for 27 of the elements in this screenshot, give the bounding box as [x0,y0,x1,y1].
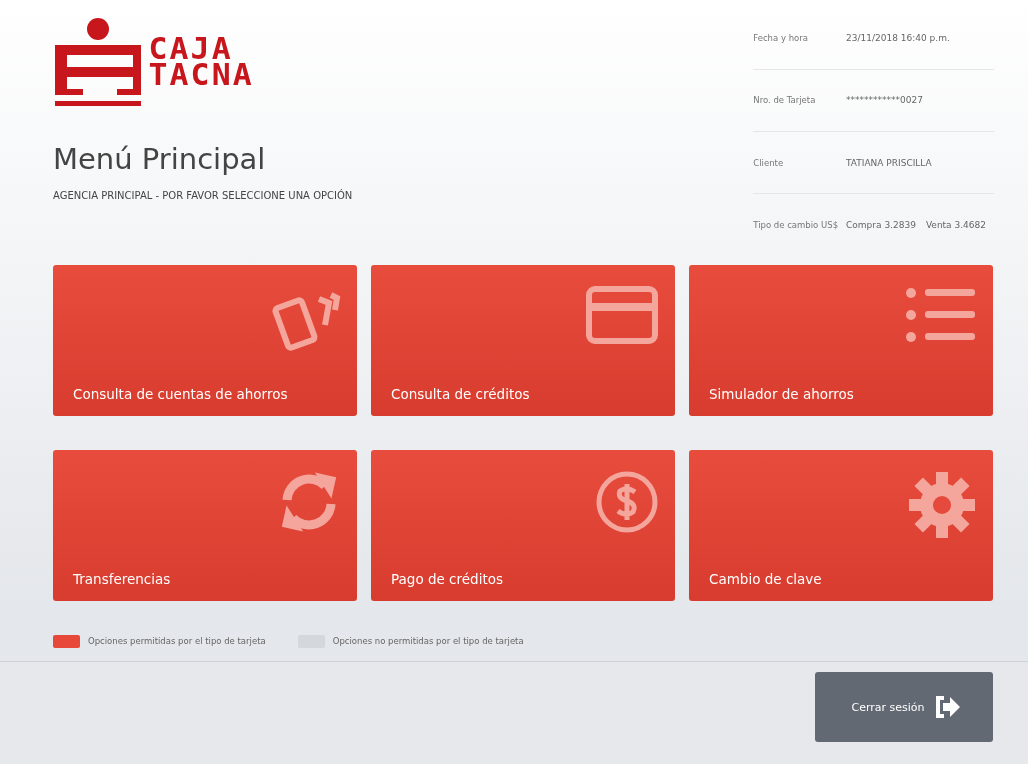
logo-text: CAJA [148,36,233,62]
page-subtitle: AGENCIA PRINCIPAL - POR FAVOR SELECCIONE UNA OPCIÓN [53,190,353,201]
info-label: Cliente [753,131,847,194]
logout-button[interactable]: Cerrar sesión [815,672,993,742]
info-value: 23/11/2018 16:40 p.m. [846,33,950,44]
list-icon [903,285,977,345]
logo-text: TACNA [148,62,254,88]
info-label: Fecha y hora [753,8,847,70]
menu-option[interactable]: Simulador de ahorros [689,265,993,416]
info-value: ************0027 [846,95,923,106]
gear-icon [907,470,977,540]
dollar-coin-icon [595,470,659,534]
menu-option[interactable]: Transferencias [53,450,357,601]
legend-label: Opciones permitidas por el tipo de tarjeta [88,636,266,646]
info-value: Compra 3.2839 [846,219,916,230]
menu-option[interactable]: Pago de créditos [371,450,675,601]
info-value: TATIANA PRISCILLA [846,157,932,168]
credit-card-icon [585,285,659,345]
page-title: Menú Principal [53,142,267,176]
menu-option[interactable]: Consulta de cuentas de ahorros [53,265,357,416]
menu-option[interactable]: Cambio de clave [689,450,993,601]
info-label: Nro. de Tarjeta [753,69,847,132]
info-label: Tipo de cambio US$ [753,193,847,255]
menu-option[interactable]: Consulta de créditos [371,265,675,416]
info-value: Venta 3.4682 [925,219,986,230]
logout-icon [934,695,961,719]
legend-label: Opciones no permitidas por el tipo de tarjeta [332,636,524,646]
